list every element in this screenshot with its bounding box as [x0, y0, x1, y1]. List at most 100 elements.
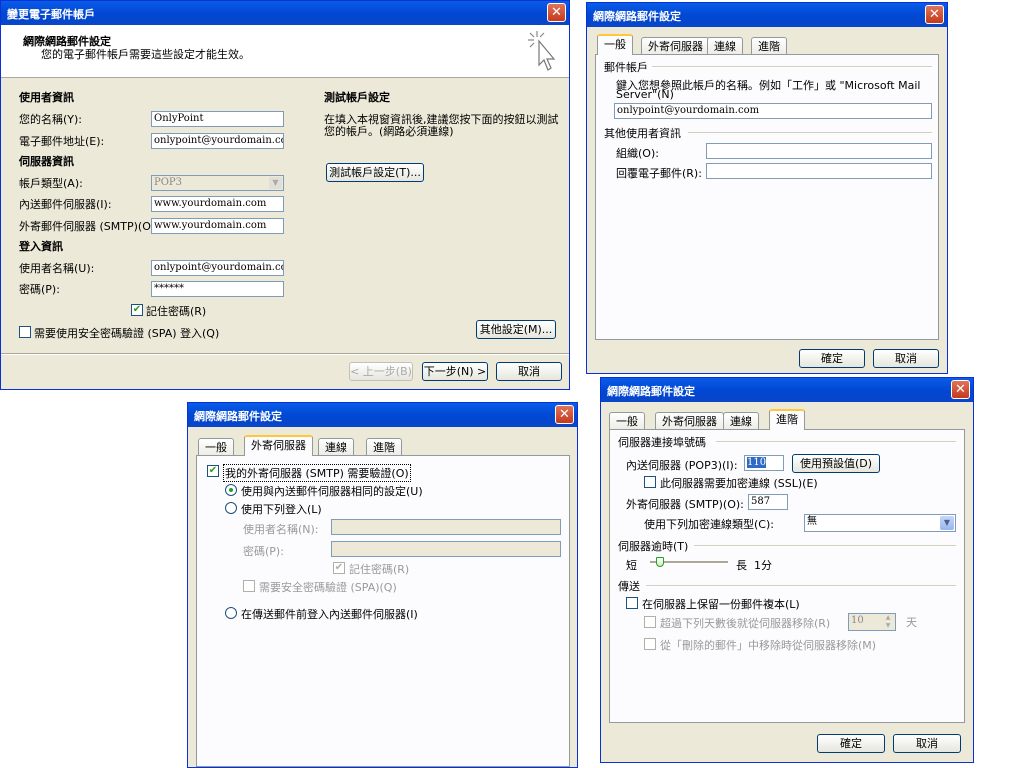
- password-input[interactable]: ******: [151, 281, 284, 297]
- tab-outgoing-server[interactable]: 外寄伺服器: [655, 412, 724, 430]
- account-type-label: 帳戶類型(A):: [19, 177, 83, 190]
- change-account-dialog: 變更電子郵件帳戶 ✕ 網際網路郵件設定 您的電子郵件帳戶需要這些設定才能生效。 …: [0, 0, 570, 390]
- tab-outgoing-server[interactable]: 外寄伺服器: [641, 37, 710, 55]
- incoming-server-input[interactable]: www.yourdomain.com: [151, 196, 284, 212]
- group-line: [652, 66, 932, 68]
- organization-input[interactable]: [706, 143, 932, 159]
- days-unit: 天: [906, 616, 917, 629]
- internet-email-settings-outgoing-dialog: 網際網路郵件設定 ✕ 一般 外寄伺服器 連線 進階 ✔ 我的外寄伺服器 (SMT…: [187, 402, 578, 768]
- logon-incoming-radio[interactable]: [225, 607, 237, 619]
- reply-email-label: 回覆電子郵件(R):: [616, 167, 702, 180]
- ssl-checkbox[interactable]: [644, 476, 656, 488]
- dialog-title: 網際網路郵件設定: [593, 10, 681, 23]
- remove-deleted-checkbox: [644, 638, 656, 650]
- next-button[interactable]: 下一步(N) >: [422, 362, 488, 381]
- timeout-slider[interactable]: [650, 557, 728, 571]
- encryption-type-select[interactable]: 無 ▼: [804, 514, 956, 532]
- spin-up-icon: ▲: [885, 614, 891, 621]
- logon-using-label[interactable]: 使用下列登入(L): [241, 501, 322, 517]
- tab-general[interactable]: 一般: [597, 34, 633, 55]
- outgoing-port-input[interactable]: 587: [748, 494, 788, 510]
- cancel-button[interactable]: 取消: [496, 362, 562, 381]
- name-label: 您的名稱(Y):: [19, 113, 83, 126]
- more-settings-button[interactable]: 其他設定(M)...: [476, 320, 556, 339]
- spa-checkbox: [243, 580, 255, 592]
- cursor-sparkle-icon: [528, 31, 556, 71]
- incoming-port-value: 110: [747, 457, 767, 468]
- user-info-heading: 使用者資訊: [19, 91, 74, 104]
- title-bar: 網際網路郵件設定 ✕: [188, 403, 577, 427]
- tab-advanced[interactable]: 進階: [769, 409, 805, 430]
- password-label: 密碼(P):: [243, 545, 284, 558]
- incoming-port-input[interactable]: 110: [744, 455, 784, 471]
- dropdown-arrow-icon[interactable]: ▼: [940, 516, 954, 530]
- spa-label[interactable]: 需要使用安全密碼驗證 (SPA) 登入(Q): [34, 325, 219, 341]
- remember-password-checkbox[interactable]: ✔: [131, 304, 143, 316]
- smtp-auth-checkbox[interactable]: ✔: [207, 465, 219, 477]
- username-input[interactable]: onlypoint@yourdomain.com: [151, 260, 284, 276]
- other-user-info-heading: 其他使用者資訊: [604, 127, 681, 140]
- tab-panel: ✔ 我的外寄伺服器 (SMTP) 需要驗證(O) 使用與內送郵件伺服器相同的設定…: [196, 455, 570, 767]
- outgoing-server-label: 外寄郵件伺服器 (SMTP)(O):: [19, 220, 159, 233]
- close-button[interactable]: ✕: [555, 405, 574, 424]
- timeout-long-label: 長: [736, 559, 747, 572]
- same-settings-label[interactable]: 使用與內送郵件伺服器相同的設定(U): [241, 483, 423, 499]
- tab-connection[interactable]: 連線: [318, 438, 354, 456]
- close-button[interactable]: ✕: [951, 380, 970, 399]
- spin-down-icon: ▼: [885, 622, 891, 629]
- internet-email-settings-advanced-dialog: 網際網路郵件設定 ✕ 一般 外寄伺服器 連線 進階 伺服器連接埠號碼 內送伺服器…: [600, 377, 974, 763]
- remember-password-label: 記住密碼(R): [349, 563, 410, 576]
- smtp-auth-label[interactable]: 我的外寄伺服器 (SMTP) 需要驗證(O): [223, 464, 411, 482]
- port-numbers-heading: 伺服器連接埠號碼: [618, 436, 706, 449]
- leave-copy-label[interactable]: 在伺服器上保留一份郵件複本(L): [642, 596, 800, 612]
- slider-thumb[interactable]: [656, 557, 664, 567]
- internet-email-settings-general-dialog: 網際網路郵件設定 ✕ 一般 外寄伺服器 連線 進階 郵件帳戶 鍵入您想參照此帳戶…: [586, 2, 948, 374]
- ssl-label[interactable]: 此伺服器需要加密連線 (SSL)(E): [660, 475, 818, 491]
- close-button[interactable]: ✕: [547, 3, 566, 22]
- tab-general[interactable]: 一般: [609, 412, 645, 430]
- tab-advanced[interactable]: 進階: [751, 37, 787, 55]
- spa-label: 需要安全密碼驗證 (SPA)(Q): [259, 581, 397, 594]
- test-settings-desc-2: 您的帳戶。(網路必須連線): [324, 125, 454, 138]
- ok-button[interactable]: 確定: [817, 734, 885, 753]
- password-input: [331, 541, 561, 557]
- test-account-settings-button[interactable]: 測試帳戶設定(T)...: [326, 163, 424, 182]
- timeout-value: 1分: [754, 559, 772, 572]
- timeout-short-label: 短: [626, 559, 637, 572]
- server-info-heading: 伺服器資訊: [19, 155, 74, 168]
- back-button[interactable]: < 上一步(B): [349, 362, 413, 381]
- logon-using-radio[interactable]: [225, 502, 237, 514]
- use-defaults-button[interactable]: 使用預設值(D): [792, 454, 880, 473]
- ok-button[interactable]: 確定: [799, 349, 865, 368]
- account-name-input[interactable]: onlypoint@yourdomain.com: [614, 103, 932, 119]
- outgoing-port-label: 外寄伺服器 (SMTP)(O):: [626, 498, 744, 511]
- remember-password-checkbox: ✔: [333, 562, 345, 574]
- remember-password-label[interactable]: 記住密碼(R): [146, 303, 206, 319]
- reply-email-input[interactable]: [706, 163, 932, 179]
- account-type-select: POP3 ▼: [151, 175, 284, 191]
- same-settings-radio[interactable]: [225, 484, 237, 496]
- spa-checkbox[interactable]: [19, 326, 31, 338]
- dropdown-arrow-icon: ▼: [269, 177, 282, 189]
- tab-panel: 伺服器連接埠號碼 內送伺服器 (POP3)(I): 110 使用預設值(D) 此…: [609, 429, 965, 723]
- cancel-button[interactable]: 取消: [893, 734, 961, 753]
- tab-advanced[interactable]: 進階: [366, 438, 402, 456]
- leave-copy-checkbox[interactable]: [626, 597, 638, 609]
- group-line: [716, 441, 956, 443]
- delivery-heading: 傳送: [618, 580, 640, 593]
- logon-incoming-label[interactable]: 在傳送郵件前登入內送郵件伺服器(I): [241, 606, 418, 622]
- name-input[interactable]: OnlyPoint: [151, 111, 284, 127]
- tab-connection[interactable]: 連線: [723, 412, 759, 430]
- tab-panel: 郵件帳戶 鍵入您想參照此帳戶的名稱。例如「工作」或 "Microsoft Mai…: [595, 54, 939, 340]
- tab-outgoing-server[interactable]: 外寄伺服器: [244, 435, 313, 456]
- cancel-button[interactable]: 取消: [873, 349, 939, 368]
- footer-separator: [1, 353, 569, 355]
- dialog-title: 網際網路郵件設定: [194, 410, 282, 423]
- tab-connection[interactable]: 連線: [707, 37, 743, 55]
- organization-label: 組織(O):: [616, 147, 659, 160]
- encryption-type-value: 無: [807, 516, 817, 527]
- outgoing-server-input[interactable]: www.yourdomain.com: [151, 218, 284, 234]
- tab-general[interactable]: 一般: [198, 438, 234, 456]
- email-input[interactable]: onlypoint@yourdomain.com: [151, 133, 284, 149]
- close-button[interactable]: ✕: [925, 5, 944, 24]
